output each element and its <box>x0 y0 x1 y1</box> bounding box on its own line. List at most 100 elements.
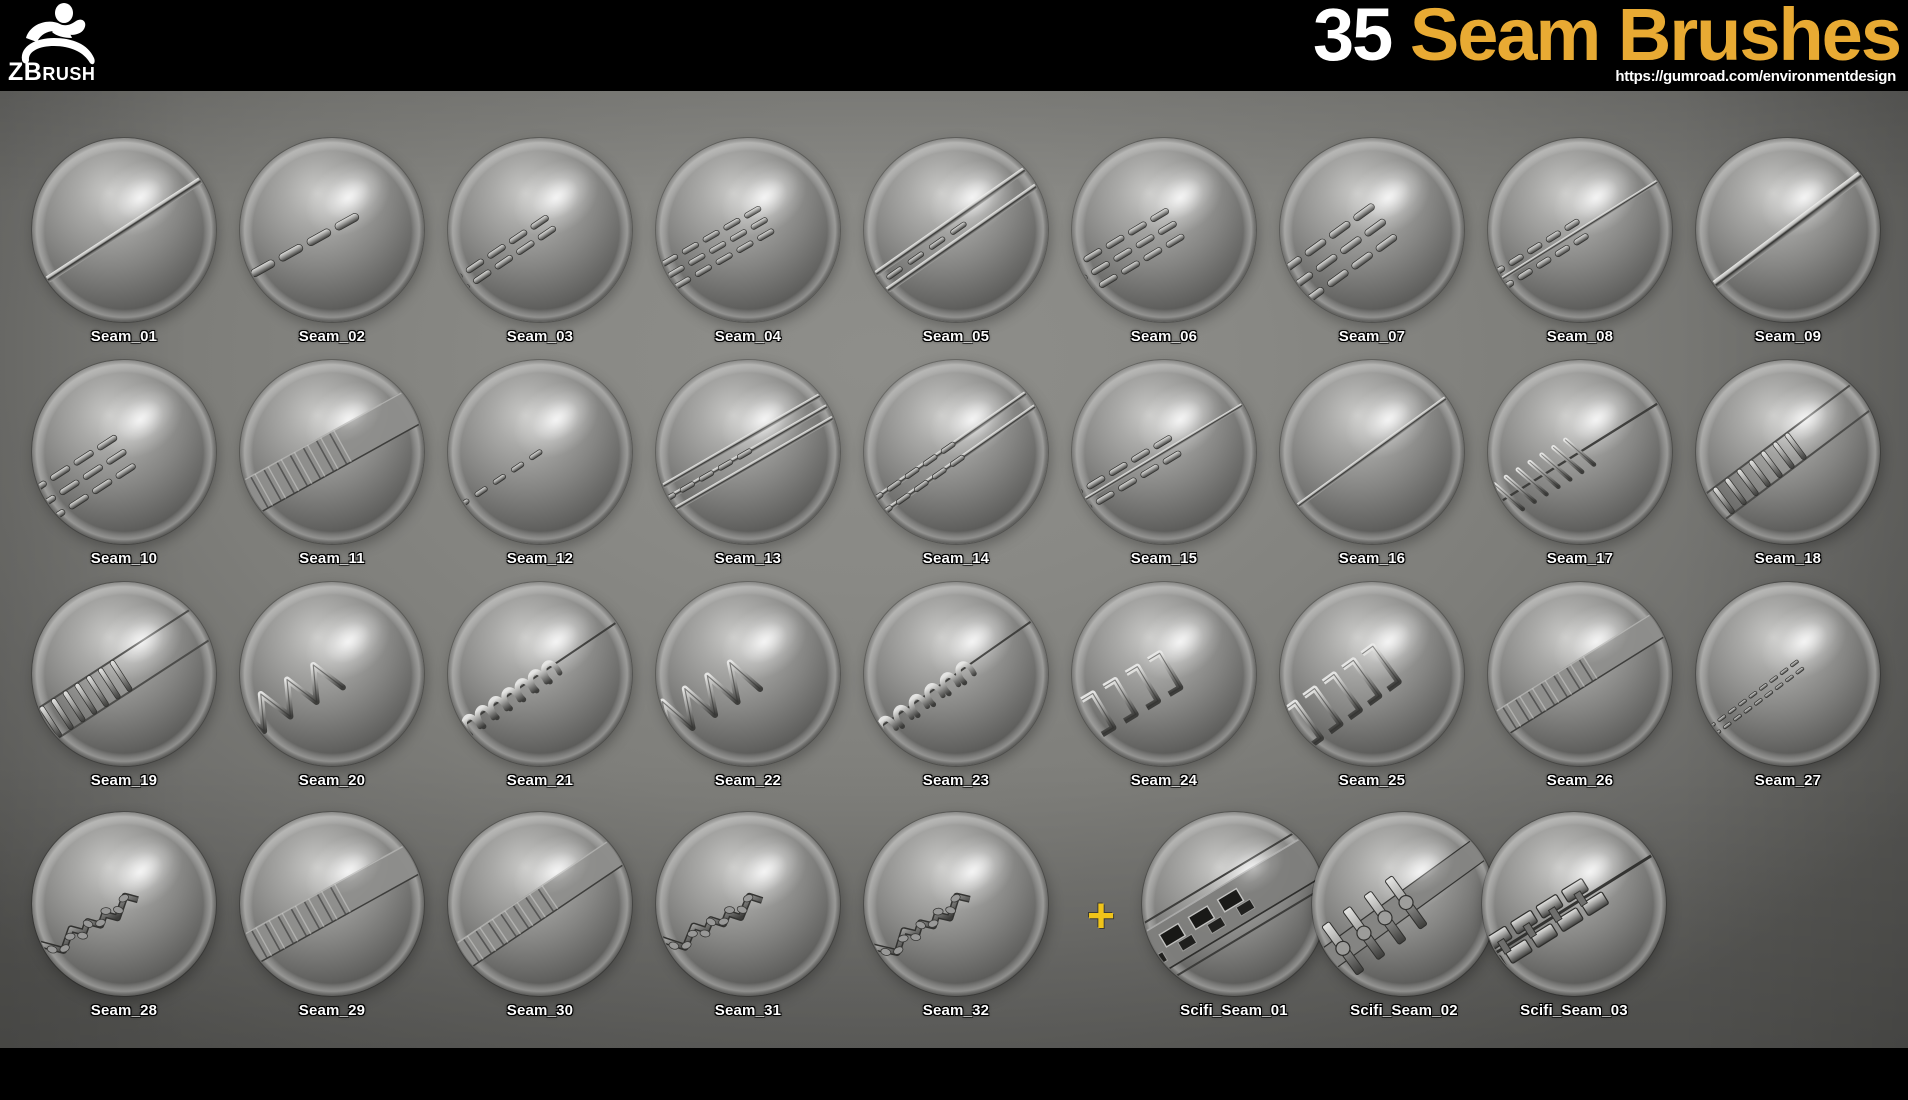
brush-label: Seam_30 <box>506 1002 574 1019</box>
brush-preview-scifi-panel[interactable] <box>1142 812 1326 996</box>
brush-label: Seam_25 <box>1338 772 1406 789</box>
brush-preview-cell[interactable]: Seam_25 <box>1268 582 1476 789</box>
brush-preview-cell[interactable]: Seam_08 <box>1476 138 1684 345</box>
brush-preview-fine-stitch[interactable] <box>1696 582 1880 766</box>
brush-preview-cell[interactable]: Seam_10 <box>20 360 228 567</box>
brush-preview-torn-seam-2[interactable] <box>864 812 1048 996</box>
brush-label: Scifi_Seam_03 <box>1520 1002 1628 1019</box>
brush-preview-cell[interactable]: Seam_17 <box>1476 360 1684 567</box>
title-block: 35 Seam Brushes https://gumroad.com/envi… <box>1312 0 1902 85</box>
brush-preview-rough-seam[interactable] <box>32 812 216 996</box>
brush-label: Seam_21 <box>506 772 574 789</box>
brush-label: Seam_16 <box>1338 550 1406 567</box>
brush-label: Seam_18 <box>1754 550 1822 567</box>
brush-preview-multi-dash-wide[interactable] <box>1280 138 1464 322</box>
brush-label: Seam_09 <box>1754 328 1822 345</box>
brush-preview-cell[interactable]: Seam_21 <box>436 582 644 789</box>
brush-preview-zigzag-stitch-2[interactable] <box>656 582 840 766</box>
brush-preview-multi-dash[interactable] <box>1072 138 1256 322</box>
brush-preview-padded-seam[interactable] <box>240 812 424 996</box>
brush-preview-short-dash[interactable] <box>448 360 632 544</box>
brush-preview-cell[interactable]: Seam_12 <box>436 360 644 567</box>
brush-label: Seam_12 <box>506 550 574 567</box>
brush-preview-ladder-stitch-2[interactable] <box>32 582 216 766</box>
brush-preview-plain-groove[interactable] <box>1280 360 1464 544</box>
brush-preview-cell[interactable]: Seam_04 <box>644 138 852 345</box>
brush-label: Seam_01 <box>90 328 158 345</box>
brush-preview-cell[interactable]: Seam_26 <box>1476 582 1684 789</box>
brush-preview-zigzag-stitch[interactable] <box>240 582 424 766</box>
brush-preview-cell[interactable]: Seam_22 <box>644 582 852 789</box>
brush-preview-cell[interactable]: Seam_19 <box>20 582 228 789</box>
brush-preview-torn-seam[interactable] <box>656 812 840 996</box>
brush-preview-triple-dash[interactable] <box>656 138 840 322</box>
plus-icon: + <box>1086 890 1116 943</box>
brush-label: Seam_06 <box>1130 328 1198 345</box>
brush-label: Seam_17 <box>1546 550 1614 567</box>
brush-preview-groove-dash[interactable] <box>864 138 1048 322</box>
brush-preview-stacked-dash[interactable] <box>32 360 216 544</box>
brush-preview-cell[interactable]: Seam_15 <box>1060 360 1268 567</box>
brush-preview-ribbed-band[interactable] <box>656 360 840 544</box>
brush-label: Seam_27 <box>1754 772 1822 789</box>
brush-preview-cell[interactable]: Seam_07 <box>1268 138 1476 345</box>
brush-preview-cell[interactable]: Seam_09 <box>1684 138 1892 345</box>
brush-label: Seam_07 <box>1338 328 1406 345</box>
title-main: Seam Brushes <box>1391 0 1902 76</box>
brush-label: Seam_24 <box>1130 772 1198 789</box>
brush-preview-padded-seam-2[interactable] <box>448 812 632 996</box>
brush-preview-cell[interactable]: Seam_06 <box>1060 138 1268 345</box>
brush-preview-scifi-clamp[interactable] <box>1482 812 1666 996</box>
brush-preview-cell[interactable]: Seam_29 <box>228 812 436 1019</box>
brush-label: Seam_28 <box>90 1002 158 1019</box>
brush-preview-cell[interactable]: Seam_27 <box>1684 582 1892 789</box>
brush-preview-cell[interactable]: Seam_02 <box>228 138 436 345</box>
brush-label: Seam_10 <box>90 550 158 567</box>
brush-preview-staple-stitch-2[interactable] <box>1280 582 1464 766</box>
brush-preview-cell[interactable]: Seam_31 <box>644 812 852 1019</box>
brush-preview-cell[interactable]: Seam_30 <box>436 812 644 1019</box>
brush-preview-dash-rib[interactable] <box>1488 138 1672 322</box>
brush-preview-cell[interactable]: Seam_28 <box>20 812 228 1019</box>
brush-preview-cell[interactable]: Scifi_Seam_03 <box>1470 812 1678 1019</box>
brush-label: Seam_03 <box>506 328 574 345</box>
brush-preview-single-groove[interactable] <box>32 138 216 322</box>
brush-preview-ladder-stitch[interactable] <box>1696 360 1880 544</box>
brush-preview-cell[interactable]: Seam_01 <box>20 138 228 345</box>
brush-preview-cell[interactable]: Seam_20 <box>228 582 436 789</box>
wordmark-b: B <box>23 58 43 86</box>
brush-preview-loop-stitch[interactable] <box>448 582 632 766</box>
brush-preview-quilted-roll[interactable] <box>240 360 424 544</box>
brush-label: Seam_32 <box>922 1002 990 1019</box>
brush-label: Seam_14 <box>922 550 990 567</box>
brush-preview-cell[interactable]: Seam_32 <box>852 812 1060 1019</box>
brush-preview-rope-stitch[interactable] <box>864 582 1048 766</box>
header-bar: ZBRUSH 35 Seam Brushes https://gumroad.c… <box>0 0 1908 91</box>
brush-label: Seam_26 <box>1546 772 1614 789</box>
zbrush-wordmark: ZBRUSH <box>8 60 95 85</box>
brush-preview-cell[interactable]: Seam_05 <box>852 138 1060 345</box>
brush-preview-ribbed-band-2[interactable] <box>864 360 1048 544</box>
brush-label: Seam_31 <box>714 1002 782 1019</box>
brush-preview-dash-band[interactable] <box>1072 360 1256 544</box>
brush-preview-cell[interactable]: Seam_18 <box>1684 360 1892 567</box>
brush-preview-cell[interactable]: Seam_03 <box>436 138 644 345</box>
brush-preview-cell[interactable]: Seam_16 <box>1268 360 1476 567</box>
brush-preview-dash-chain[interactable] <box>240 138 424 322</box>
wordmark-rush: RUSH <box>42 64 96 84</box>
brush-preview-cell[interactable]: Seam_23 <box>852 582 1060 789</box>
title-count: 35 <box>1312 0 1393 76</box>
brush-preview-scifi-bolt[interactable] <box>1312 812 1496 996</box>
brush-preview-cross-stitch[interactable] <box>1488 360 1672 544</box>
brush-preview-cell[interactable]: Seam_24 <box>1060 582 1268 789</box>
brush-preview-cell[interactable]: Seam_13 <box>644 360 852 567</box>
brush-label: Seam_13 <box>714 550 782 567</box>
brush-label: Seam_20 <box>298 772 366 789</box>
brush-preview-cell[interactable]: Seam_14 <box>852 360 1060 567</box>
brush-label: Seam_05 <box>922 328 990 345</box>
brush-preview-staple-stitch[interactable] <box>1072 582 1256 766</box>
brush-preview-cell[interactable]: Seam_11 <box>228 360 436 567</box>
brush-preview-smooth-groove[interactable] <box>1696 138 1880 322</box>
brush-preview-rolled-seam[interactable] <box>1488 582 1672 766</box>
brush-preview-double-dash-chain[interactable] <box>448 138 632 322</box>
